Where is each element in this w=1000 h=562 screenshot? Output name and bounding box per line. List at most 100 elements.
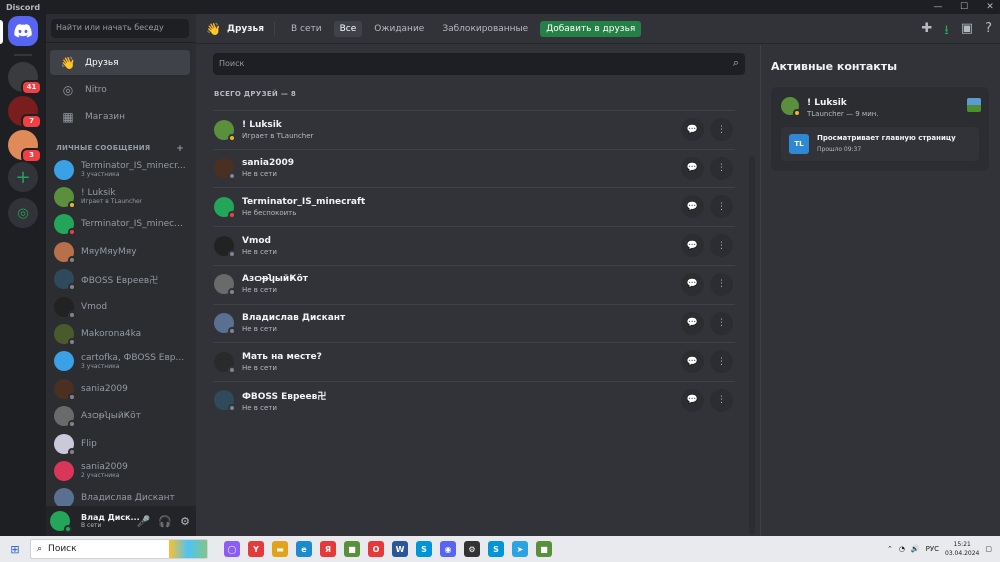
taskbar-app-icon[interactable]: Y [248,541,264,557]
more-options-icon[interactable]: ⋮ [710,311,733,335]
message-icon[interactable]: 💬 [681,156,704,180]
chevron-up-icon[interactable]: ⌃ [887,545,893,553]
message-icon[interactable]: 💬 [681,388,704,412]
dm-item[interactable]: cartofka, ФBOSS Евр... 3 участника [50,349,190,374]
more-options-icon[interactable]: ⋮ [710,272,733,296]
taskbar-search[interactable]: ⌕ Поиск [30,539,208,559]
avatar[interactable] [50,511,72,533]
explore-servers-button[interactable]: ◎ [8,198,38,228]
friend-status: Не в сети [242,247,277,256]
more-options-icon[interactable]: ⋮ [710,350,733,374]
network-icon[interactable]: ◔ [899,545,905,553]
volume-icon[interactable]: 🔊 [911,545,920,553]
windows-start-icon[interactable]: ⊞ [0,543,30,556]
taskbar-apps: ◯ Y ▬ e Я ■ O W S ◉ ⚙ S ➤ ■ [224,541,552,557]
shop-icon: ▦ [62,109,74,124]
help-icon[interactable]: ? [985,21,992,43]
taskbar-app-icon[interactable]: S [488,541,504,557]
taskbar-app-icon[interactable]: ▬ [272,541,288,557]
more-options-icon[interactable]: ⋮ [710,234,733,258]
friend-row[interactable]: ФBOSS Евреев卍 Не в сети 💬 ⋮ [213,380,735,419]
new-group-dm-icon[interactable]: ✚ [921,21,932,43]
friends-icon: 👋 [60,55,76,70]
taskbar-app-icon[interactable]: Я [320,541,336,557]
close-button[interactable]: ✕ [984,2,996,12]
dm-item[interactable]: Terminator_IS_minecra... [50,212,190,237]
message-icon[interactable]: 💬 [681,350,704,374]
headphones-icon[interactable]: 🎧 [158,515,172,528]
nav-friends[interactable]: 👋 Друзья [50,50,190,75]
dm-item[interactable]: Terminator_IS_minecr... 3 участника [50,157,190,182]
keyboard-language[interactable]: РУС [926,545,939,553]
maximize-button[interactable]: ☐ [958,2,970,12]
avatar [214,313,236,335]
taskbar-app-icon[interactable]: O [368,541,384,557]
home-button[interactable] [8,16,38,46]
dm-item[interactable]: Flip [50,431,190,456]
message-icon[interactable]: 💬 [681,311,704,335]
message-icon[interactable]: 💬 [681,118,704,141]
minimize-button[interactable]: — [932,2,944,12]
find-conversation-button[interactable]: Найти или начать беседу [51,19,189,38]
friend-name: Terminator_IS_minecraft [242,196,366,207]
taskbar-app-icon[interactable]: ■ [344,541,360,557]
download-icon[interactable]: ⭳ [944,21,949,43]
clock-date: 03.04.2024 [945,550,980,557]
friend-row[interactable]: Владислав Дискант Не в сети 💬 ⋮ [213,303,735,342]
friends-wave-icon: 👋 [206,21,221,36]
add-friend-button[interactable]: Добавить в друзья [540,20,642,37]
nav-shop[interactable]: ▦ Магазин [50,104,190,129]
dm-item[interactable]: sania2009 [50,376,190,401]
create-dm-button[interactable]: + [176,144,184,154]
friend-row[interactable]: АзѻᵽʮыйҜӧт Не в сети 💬 ⋮ [213,264,735,303]
rail-divider [14,54,32,56]
friends-search-input[interactable]: Поиск ⌕ [213,53,745,75]
message-icon[interactable]: 💬 [681,272,704,296]
inbox-icon[interactable]: ▣ [961,21,973,43]
more-options-icon[interactable]: ⋮ [710,388,733,412]
more-options-icon[interactable]: ⋮ [710,156,733,180]
tab-pending[interactable]: Ожидание [368,21,430,37]
friend-name: Мать на месте? [242,351,322,362]
friend-row[interactable]: Terminator_IS_minecraft Не беспокоить 💬 ⋮ [213,187,735,225]
friend-row[interactable]: sania2009 Не в сети 💬 ⋮ [213,148,735,187]
message-icon[interactable]: 💬 [681,234,704,258]
server-icon-3[interactable]: 3 [8,130,42,163]
server-icon-2[interactable]: 7 [8,96,42,129]
tab-online[interactable]: В сети [285,21,328,37]
taskbar-app-icon[interactable]: ⚙ [464,541,480,557]
clock[interactable]: 15:21 03.04.2024 [945,540,979,558]
friend-row[interactable]: Vmod Не в сети 💬 ⋮ [213,226,735,264]
dm-item[interactable]: МяуМяуМяу [50,239,190,264]
activity-card[interactable]: ! Luksik TLauncher — 9 мин. TL Просматри… [771,87,989,171]
more-options-icon[interactable]: ⋮ [710,195,733,219]
taskbar-app-icon[interactable]: W [392,541,408,557]
friend-row[interactable]: ! Luksik Играет в TLauncher 💬 ⋮ [213,110,735,148]
server-icon-1[interactable]: 41 [8,62,42,95]
dm-item[interactable]: sania2009 2 участника [50,458,190,483]
taskbar-app-icon[interactable]: ■ [536,541,552,557]
taskbar-app-icon[interactable]: ◯ [224,541,240,557]
taskbar-app-icon[interactable]: e [296,541,312,557]
taskbar-app-icon[interactable]: S [416,541,432,557]
tab-blocked[interactable]: Заблокированные [436,21,534,37]
microphone-icon[interactable]: 🎤 [137,515,151,528]
dm-item[interactable]: Vmod [50,294,190,319]
notifications-icon[interactable]: ▢ [985,545,992,553]
dm-item[interactable]: Makorona4ka [50,321,190,346]
settings-gear-icon[interactable]: ⚙ [180,515,190,528]
friend-row[interactable]: Мать на месте? Не в сети 💬 ⋮ [213,342,735,380]
active-now-panel: Активные контакты ! Luksik TLauncher — 9… [760,45,1000,536]
taskbar-app-icon[interactable]: ➤ [512,541,528,557]
dm-item[interactable]: ФBOSS Евреев卍 [50,267,190,292]
dm-item[interactable]: ! Luksik Играет в TLauncher [50,184,190,209]
nav-nitro[interactable]: ◎ Nitro [50,77,190,102]
taskbar-app-icon[interactable]: ◉ [440,541,456,557]
dm-subtitle: 2 участника [81,472,120,480]
tab-all[interactable]: Все [333,20,363,37]
more-options-icon[interactable]: ⋮ [710,118,733,141]
dm-item[interactable]: АзѻᵽʮыйҜӧт [50,404,190,429]
message-icon[interactable]: 💬 [681,195,704,219]
scrollbar[interactable] [749,155,755,535]
add-server-button[interactable]: + [8,162,38,192]
